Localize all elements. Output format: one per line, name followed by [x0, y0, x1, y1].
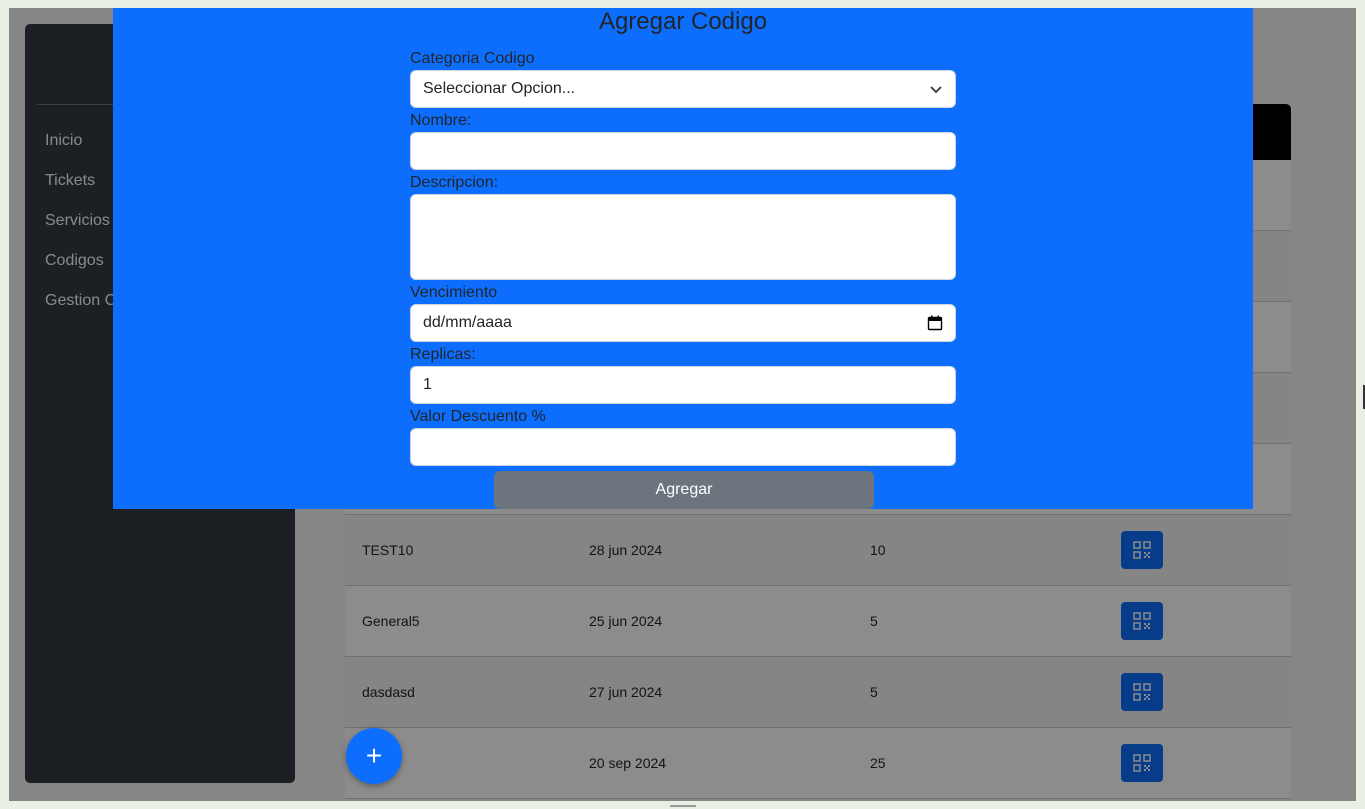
expiry-date-placeholder: dd/mm/aaaa — [423, 314, 512, 331]
category-select-value: Seleccionar Opcion... — [423, 80, 576, 97]
description-textarea[interactable] — [410, 194, 956, 280]
category-label: Categoria Codigo — [410, 50, 535, 67]
chevron-down-icon — [930, 86, 942, 94]
modal-title: Agregar Codigo — [598, 8, 768, 35]
replicas-label: Replicas: — [410, 346, 476, 363]
app-frame: Inicio Tickets Servicios Codigos Gestion… — [9, 8, 1356, 801]
add-code-fab[interactable]: + — [346, 728, 402, 784]
agregar-button[interactable]: Agregar — [494, 471, 874, 509]
plus-icon: + — [365, 740, 383, 771]
replicas-input-value: 1 — [423, 376, 432, 393]
name-label: Nombre: — [410, 112, 472, 129]
discount-label: Valor Descuento % — [410, 408, 546, 425]
add-code-form: Categoria Codigo Seleccionar Opcion... N… — [410, 49, 956, 469]
discount-input[interactable] — [410, 428, 956, 466]
category-select[interactable]: Seleccionar Opcion... — [410, 70, 956, 108]
name-input[interactable] — [410, 132, 956, 170]
expiry-date-input[interactable]: dd/mm/aaaa — [410, 304, 956, 342]
calendar-icon[interactable] — [927, 315, 943, 331]
scroll-indicator — [670, 805, 696, 807]
description-label: Descripcion: — [410, 174, 499, 191]
replicas-input[interactable]: 1 — [410, 366, 956, 404]
add-code-modal: Agregar Codigo Categoria Codigo Seleccio… — [113, 8, 1253, 509]
expiry-label: Vencimiento — [410, 284, 498, 301]
